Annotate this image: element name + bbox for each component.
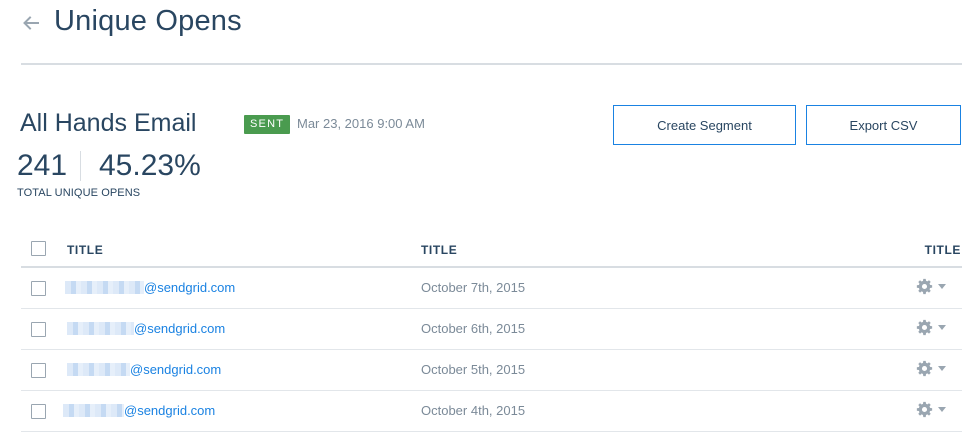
open-rate-percent: 45.23%: [99, 149, 201, 182]
redacted-email-user: [67, 363, 130, 376]
open-date: October 6th, 2015: [421, 321, 526, 336]
row-actions-menu[interactable]: [916, 278, 946, 295]
open-date: October 7th, 2015: [421, 280, 526, 295]
create-segment-button[interactable]: Create Segment: [613, 105, 796, 145]
open-date: October 5th, 2015: [421, 362, 526, 377]
column-header-date[interactable]: TITLE: [421, 243, 457, 257]
status-badge: SENT: [244, 115, 291, 134]
row-checkbox[interactable]: [31, 322, 46, 337]
table-header: TITLE TITLE TITLE: [21, 230, 962, 268]
recipient-email-link[interactable]: @sendgrid.com: [67, 362, 221, 377]
export-csv-button[interactable]: Export CSV: [806, 105, 961, 145]
table-row: @sendgrid.com October 7th, 2015: [21, 268, 962, 309]
row-checkbox[interactable]: [31, 281, 46, 296]
arrow-left-icon[interactable]: [20, 12, 42, 34]
email-domain: @sendgrid.com: [134, 321, 226, 336]
stat-divider: [80, 151, 81, 181]
caret-down-icon: [938, 284, 946, 289]
row-checkbox[interactable]: [31, 404, 46, 419]
caret-down-icon: [938, 407, 946, 412]
row-actions-menu[interactable]: [916, 319, 946, 336]
table-row: @sendgrid.com October 6th, 2015: [21, 309, 962, 350]
total-unique-opens-count: 241: [17, 149, 68, 182]
campaign-name: All Hands Email: [20, 109, 197, 137]
redacted-email-user: [65, 281, 144, 294]
row-actions-menu[interactable]: [916, 360, 946, 377]
redacted-email-user: [67, 322, 134, 335]
caret-down-icon: [938, 325, 946, 330]
email-domain: @sendgrid.com: [130, 362, 222, 377]
column-header-email[interactable]: TITLE: [67, 243, 103, 257]
page: Unique Opens All Hands Email SENT Mar 23…: [0, 0, 975, 439]
email-domain: @sendgrid.com: [144, 280, 236, 295]
recipient-email-link[interactable]: @sendgrid.com: [63, 403, 215, 418]
email-domain: @sendgrid.com: [124, 403, 216, 418]
row-actions-menu[interactable]: [916, 401, 946, 418]
gear-icon: [916, 401, 933, 418]
gear-icon: [916, 278, 933, 295]
caret-down-icon: [938, 366, 946, 371]
total-unique-opens-label: TOTAL UNIQUE OPENS: [17, 187, 141, 199]
recipient-email-link[interactable]: @sendgrid.com: [67, 321, 225, 336]
column-header-actions[interactable]: TITLE: [925, 243, 961, 257]
gear-icon: [916, 319, 933, 336]
select-all-checkbox[interactable]: [31, 241, 46, 256]
row-checkbox[interactable]: [31, 363, 46, 378]
open-date: October 4th, 2015: [421, 403, 526, 418]
redacted-email-user: [63, 404, 124, 417]
gear-icon: [916, 360, 933, 377]
table-row: @sendgrid.com October 4th, 2015: [21, 391, 962, 432]
sent-date: Mar 23, 2016 9:00 AM: [297, 116, 425, 131]
header-divider: [21, 63, 962, 65]
recipient-email-link[interactable]: @sendgrid.com: [65, 280, 235, 295]
table-row: @sendgrid.com October 5th, 2015: [21, 350, 962, 391]
opens-table: TITLE TITLE TITLE @sendgrid.com October …: [21, 230, 962, 432]
page-title: Unique Opens: [54, 5, 242, 37]
